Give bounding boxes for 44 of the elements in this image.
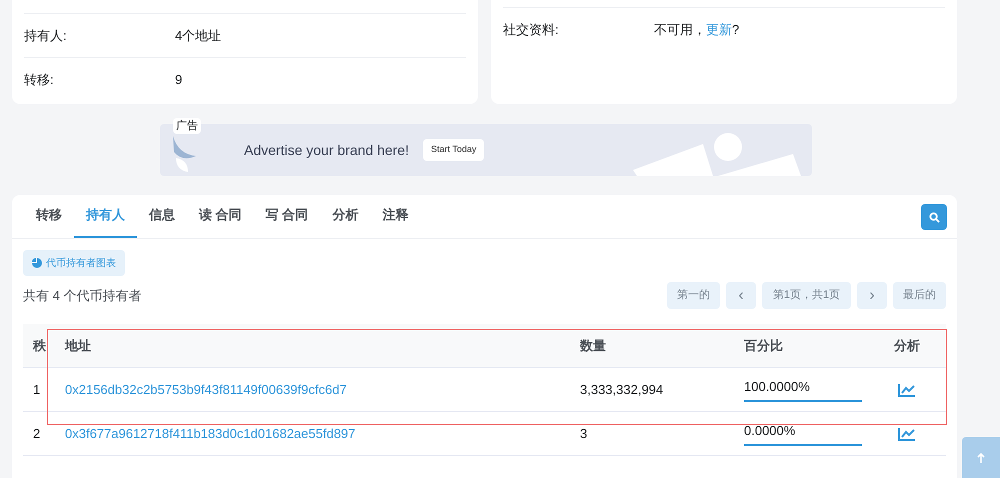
start-today-button[interactable]: Start Today	[422, 139, 484, 161]
tab[interactable]: 转移	[24, 195, 74, 238]
arrow-up-icon	[977, 452, 985, 462]
next-page-button[interactable]: ›	[857, 282, 887, 309]
field-value: 9	[175, 71, 182, 90]
field-value: ?	[732, 21, 740, 40]
tab[interactable]: 持有人	[74, 195, 137, 238]
percentage-cell: 100.0000%	[744, 377, 862, 402]
tab[interactable]: 分析	[320, 195, 370, 238]
ad-badge: 广告	[173, 118, 201, 134]
tab[interactable]: 注释	[370, 195, 420, 238]
rank-cell-text: 2	[32, 424, 42, 443]
search-button[interactable]	[921, 204, 947, 230]
rank-cell-text: 1	[32, 380, 42, 399]
column-header: 百分比	[744, 336, 784, 355]
address-link[interactable]: 0x3f677a9612718f411b183d0c1d01682ae55fd897	[65, 426, 356, 441]
line-chart-icon[interactable]	[898, 382, 916, 396]
column-header: 数量	[580, 336, 607, 355]
field-label: 社交资料:	[503, 21, 560, 40]
field-value: 4个地址	[175, 26, 222, 45]
tab[interactable]: 写 合同	[254, 195, 320, 238]
quantity-cell-text: 3,333,332,994	[580, 380, 664, 399]
quantity-cell-text: 3	[580, 424, 588, 443]
page-indicator[interactable]: 第1页，共1页	[762, 282, 851, 309]
holder-chart-button[interactable]: 代币持有者图表	[23, 250, 125, 276]
last-page-button[interactable]: 最后的	[893, 282, 946, 309]
tab[interactable]: 读 合同	[187, 195, 254, 238]
pie-chart-icon	[32, 258, 42, 268]
column-header: 地址	[65, 336, 92, 355]
column-header: 秩	[32, 336, 47, 355]
address-link[interactable]: 0x2156db32c2b5753b9f43f81149f00639f9cfc6d7	[65, 382, 347, 397]
field-label: 转移:	[24, 71, 55, 90]
field-value: 不可用，	[654, 21, 706, 40]
ad-text: Advertise your brand here!	[244, 140, 409, 160]
holder-count: 共有 4 个代币持有者	[23, 286, 142, 305]
column-header: 分析	[892, 336, 921, 355]
search-icon	[928, 212, 940, 222]
field-label: 持有人:	[24, 26, 68, 45]
tab[interactable]: 信息	[137, 195, 187, 238]
first-page-button[interactable]: 第一的	[667, 282, 720, 309]
line-chart-icon[interactable]	[898, 426, 916, 440]
previous-page-button[interactable]: ‹	[726, 282, 756, 309]
update-link[interactable]: 更新	[706, 20, 732, 40]
percentage-cell: 0.0000%	[744, 421, 862, 446]
